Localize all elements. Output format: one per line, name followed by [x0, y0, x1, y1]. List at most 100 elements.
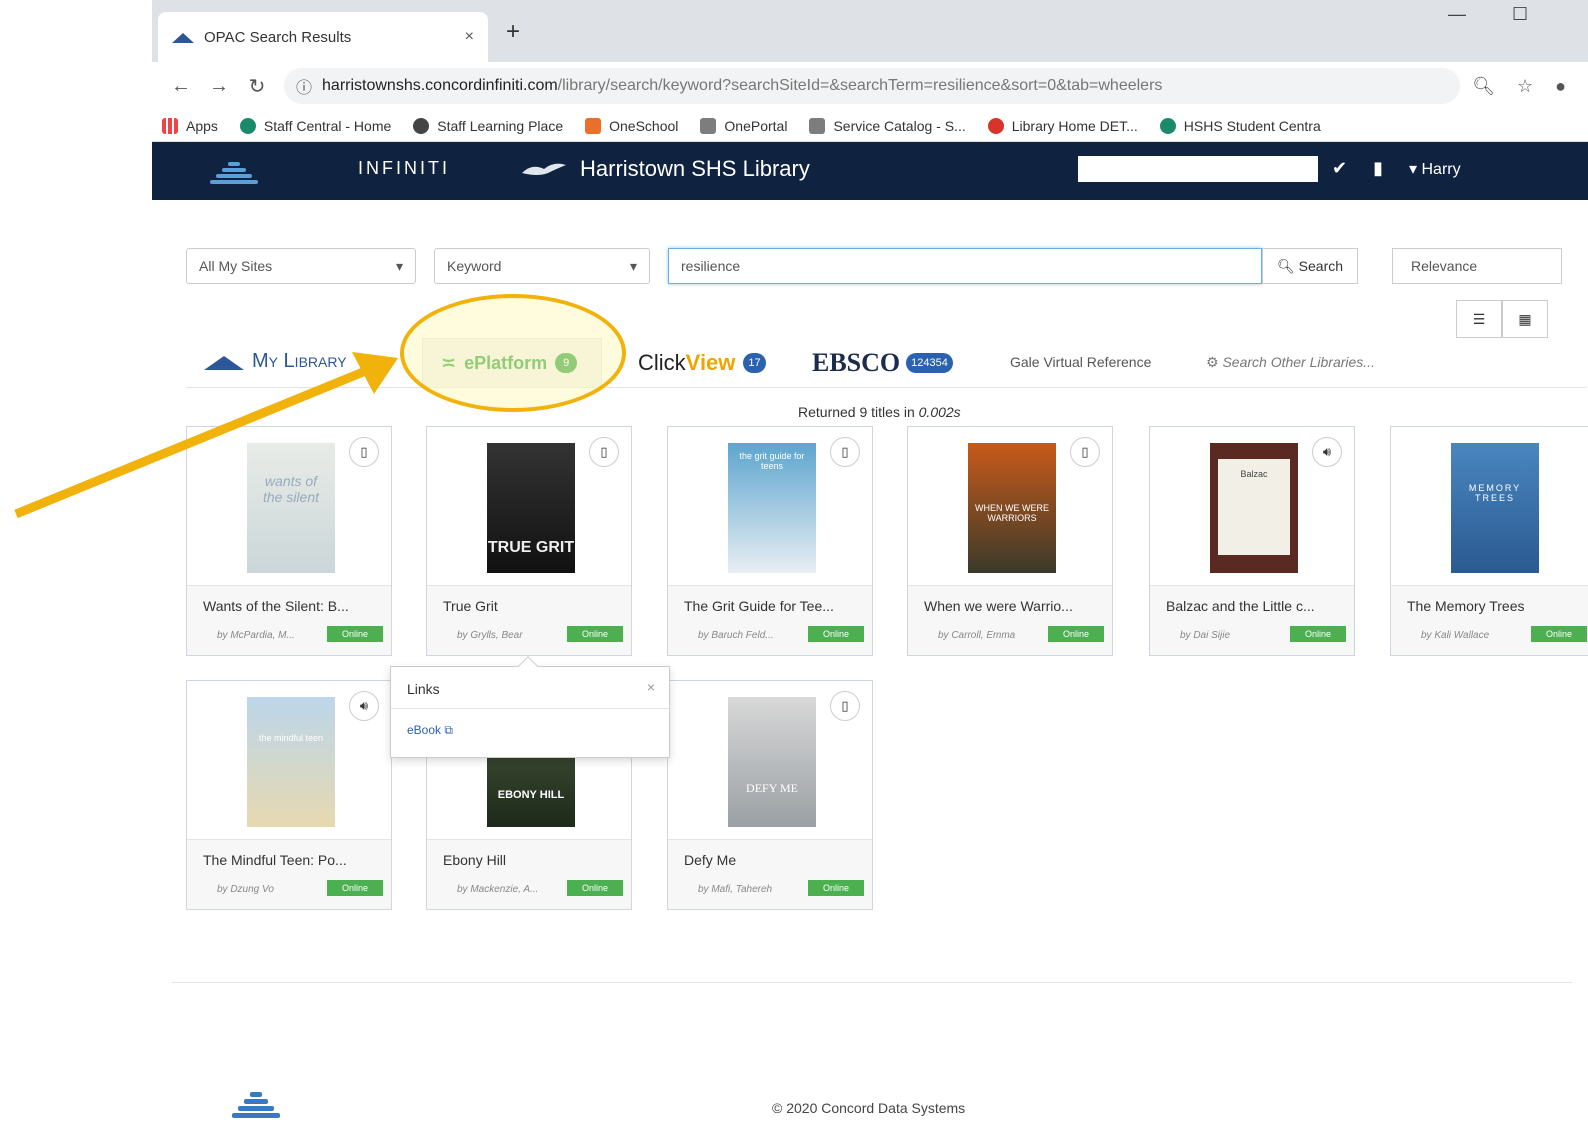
tab-clickview[interactable]: ClickView 17	[638, 350, 766, 376]
user-menu[interactable]: ▾ Harry	[1409, 159, 1461, 179]
infiniti-logo[interactable]	[210, 160, 258, 186]
highlight-circle	[400, 294, 626, 412]
minimize-icon[interactable]: —	[1448, 4, 1466, 25]
copyright: © 2020 Concord Data Systems	[772, 1100, 966, 1116]
book-author: by Grylls, Bear	[457, 630, 523, 641]
new-tab-icon[interactable]: +	[506, 18, 520, 46]
book-card[interactable]: MEMORY TREES The Memory Trees by Kali Wal…	[1390, 426, 1588, 656]
book-card[interactable]: DEFY ME ▯ Defy Me by Mafi, Tahereh Online	[667, 680, 873, 910]
online-button[interactable]: Online	[808, 626, 864, 642]
book-card[interactable]: the grit guide for teens ▯ The Grit Guid…	[667, 426, 873, 656]
online-button[interactable]: Online	[1048, 626, 1104, 642]
sharepoint-icon	[1159, 117, 1176, 134]
gear-icon: ⚙	[1206, 354, 1219, 370]
annotation-arrow-icon	[14, 352, 398, 519]
book-title[interactable]: True Grit	[443, 598, 498, 614]
sort-select[interactable]: Relevance	[1392, 248, 1562, 284]
audiobook-format-icon: 🔊︎	[349, 691, 379, 721]
close-icon[interactable]: ×	[647, 679, 655, 695]
book-author: by Kali Wallace	[1421, 630, 1490, 641]
book-title[interactable]: Wants of the Silent: B...	[203, 598, 349, 614]
reload-icon[interactable]: ↻	[238, 74, 276, 99]
links-popover: Links × eBook ⧉	[390, 656, 670, 758]
book-author: by Mafi, Tahereh	[698, 884, 773, 895]
search-button[interactable]: 🔍︎ Search	[1262, 248, 1358, 284]
bookmarks-bar: Apps Staff Central - Home Staff Learning…	[152, 110, 1588, 142]
book-author: by Mackenzie, A...	[457, 884, 539, 895]
search-other-libraries-link[interactable]: ⚙ Search Other Libraries...	[1206, 354, 1375, 371]
online-button[interactable]: Online	[1290, 626, 1346, 642]
book-author: by Baruch Feld...	[698, 630, 774, 641]
book-card[interactable]: TRUE GRIT ▯ True Grit by Grylls, Bear Onli…	[426, 426, 632, 656]
maximize-icon[interactable]: ☐	[1512, 4, 1528, 25]
browser-tab[interactable]: OPAC Search Results ×	[158, 12, 488, 62]
tab-ebsco[interactable]: EBSCO 124354	[812, 348, 953, 378]
site-select[interactable]: All My Sites ▾	[186, 248, 416, 284]
book-cover[interactable]: DEFY ME	[728, 697, 816, 827]
grid-view-icon[interactable]: ▦	[1502, 300, 1548, 338]
search-input[interactable]: resilience	[668, 248, 1262, 284]
ebook-format-icon: ▯	[830, 691, 860, 721]
bookmark-item[interactable]: Library Home DET...	[987, 117, 1138, 134]
online-button[interactable]: Online	[808, 880, 864, 896]
bookmark-item[interactable]: OneSchool	[585, 117, 678, 134]
book-cover[interactable]: MEMORY TREES	[1451, 443, 1539, 573]
book-cover[interactable]: the grit guide for teens	[728, 443, 816, 573]
app-navbar: INFINITI Harristown SHS Library ✔ ▮ ▾ Ha…	[152, 142, 1588, 200]
globe-icon	[413, 117, 430, 134]
bookmark-item[interactable]: OnePortal	[700, 117, 787, 134]
search-type-select[interactable]: Keyword ▾	[434, 248, 650, 284]
online-button[interactable]: Online	[567, 626, 623, 642]
book-cover[interactable]: WHEN WE WERE WARRIORS	[968, 443, 1056, 573]
list-view-icon[interactable]: ☰	[1456, 300, 1502, 338]
library-name: Harristown SHS Library	[580, 156, 810, 181]
library-title: Harristown SHS Library	[520, 156, 810, 182]
back-icon[interactable]: ←	[162, 75, 200, 98]
ebook-link[interactable]: eBook ⧉	[391, 709, 669, 752]
bookmark-apps[interactable]: Apps	[162, 117, 218, 134]
bookmark-item[interactable]: Service Catalog - S...	[809, 117, 966, 134]
brand-name: INFINITI	[358, 158, 450, 178]
crest-icon	[700, 117, 717, 134]
caret-down-icon: ▾	[395, 257, 403, 274]
profile-icon[interactable]: ●	[1555, 76, 1566, 97]
book-title[interactable]: When we were Warrio...	[924, 598, 1073, 614]
forward-icon[interactable]: →	[200, 75, 238, 98]
online-button[interactable]: Online	[327, 626, 383, 642]
book-title[interactable]: The Grit Guide for Tee...	[684, 598, 834, 614]
book-title[interactable]: The Memory Trees	[1407, 598, 1524, 614]
quick-search-input[interactable]	[1078, 156, 1318, 182]
book-cover[interactable]: TRUE GRIT	[487, 443, 575, 573]
book-cover[interactable]: the mindful teen	[247, 697, 335, 827]
book-card[interactable]: Balzac 🔊︎ Balzac and the Little c... by D…	[1149, 426, 1355, 656]
concord-tab-icon	[172, 33, 194, 43]
tab-bar: OPAC Search Results × + — ☐	[152, 0, 1588, 62]
url-input[interactable]: ⓘ harristownshs.concordinfiniti.com /lib…	[284, 68, 1461, 104]
star-icon[interactable]: ☆	[1517, 76, 1533, 97]
zoom-icon[interactable]: 🔍︎	[1472, 76, 1495, 97]
school-logo-icon	[522, 163, 566, 175]
book-title[interactable]: The Mindful Teen: Po...	[203, 852, 347, 868]
book-author: by Dai Sijie	[1180, 630, 1231, 641]
info-icon[interactable]: ⓘ	[296, 74, 312, 98]
online-button[interactable]: Online	[327, 880, 383, 896]
book-title[interactable]: Defy Me	[684, 852, 736, 868]
ebsco-count-badge: 124354	[906, 353, 953, 373]
tab-close-icon[interactable]: ×	[465, 28, 474, 46]
bookmark-item[interactable]: Staff Learning Place	[413, 117, 563, 134]
bookmark-item[interactable]: HSHS Student Centra	[1159, 117, 1321, 134]
online-button[interactable]: Online	[567, 880, 623, 896]
online-button[interactable]: Online	[1531, 626, 1587, 642]
book-cover[interactable]: Balzac	[1210, 443, 1298, 573]
tab-gale[interactable]: Gale Virtual Reference	[1010, 354, 1151, 370]
tab-title: OPAC Search Results	[204, 28, 352, 46]
book-title[interactable]: Ebony Hill	[443, 852, 506, 868]
sharepoint-icon	[239, 117, 256, 134]
bookmark-item[interactable]: Staff Central - Home	[239, 117, 391, 134]
footer-divider	[172, 982, 1572, 983]
bookmark-icon[interactable]: ▮	[1373, 158, 1383, 179]
book-card[interactable]: WHEN WE WERE WARRIORS ▯ When we were War…	[907, 426, 1113, 656]
book-card[interactable]: the mindful teen 🔊︎ The Mindful Teen: Po…	[186, 680, 392, 910]
check-circle-icon[interactable]: ✔	[1332, 158, 1347, 179]
book-title[interactable]: Balzac and the Little c...	[1166, 598, 1315, 614]
